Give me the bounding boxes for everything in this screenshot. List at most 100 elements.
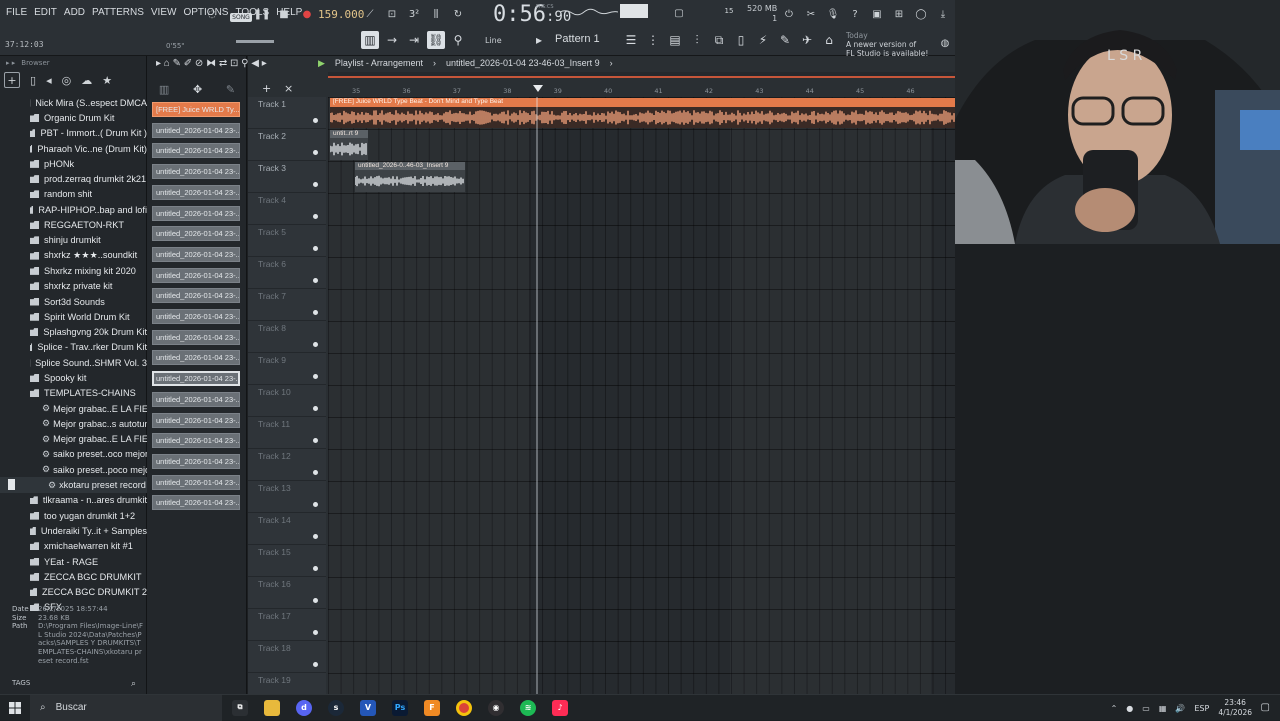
cloud-icon[interactable]: ☁ <box>81 74 92 87</box>
file-explorer-icon[interactable] <box>256 695 288 721</box>
track-enable-dot[interactable] <box>313 246 318 251</box>
windows-start-icon[interactable] <box>0 695 30 721</box>
track-header[interactable]: Track 9 <box>248 353 326 385</box>
clip-list-item[interactable]: untitled_2026-01-04 23-... <box>152 495 240 510</box>
vegas-icon[interactable]: V <box>352 695 384 721</box>
update-notice[interactable]: Today A newer version of FL Studio is av… <box>846 31 928 58</box>
picker-audio-icon[interactable]: ▥ <box>159 83 169 96</box>
playhead-marker[interactable] <box>533 85 543 92</box>
language-indicator[interactable]: ESP <box>1194 704 1209 713</box>
browser-item[interactable]: shxrkz ★★★..soundkit <box>0 248 147 263</box>
stop-icon[interactable]: ■ <box>276 5 292 23</box>
browser-item[interactable]: TEMPLATES-CHAINS <box>0 386 147 401</box>
track-enable-dot[interactable] <box>313 374 318 379</box>
fl-studio-icon[interactable]: F <box>416 695 448 721</box>
clip-list-item[interactable]: untitled_2026-01-04 23-... <box>152 454 240 469</box>
browser-item[interactable]: Nick Mira (S..espect DMCA <box>0 95 147 110</box>
playlist-icon[interactable]: ☰ <box>622 31 640 49</box>
clip-list-item[interactable]: untitled_2026-01-04 23-... <box>152 185 240 200</box>
track-enable-dot[interactable] <box>313 182 318 187</box>
pat-song-icon[interactable]: ◌ <box>203 5 221 23</box>
audio-settings-icon[interactable]: ⏻ <box>781 5 797 23</box>
browser-item[interactable]: RAP-HIPHOP..bap and lofi <box>0 202 147 217</box>
browser-item[interactable]: Splice Sound..SHMR Vol. 3 <box>0 355 147 370</box>
browser-item[interactable]: tlkraama - n..ares drumkit <box>0 493 147 508</box>
track-header[interactable]: Track 13 <box>248 481 326 513</box>
track-header[interactable]: Track 8 <box>248 321 326 353</box>
back-icon[interactable]: ◂ <box>46 74 52 87</box>
browser-item[interactable]: REGGAETON-RKT <box>0 217 147 232</box>
track-header[interactable]: Track 7 <box>248 289 326 321</box>
browser-item[interactable]: ZECCA BGC DRUMKIT <box>0 569 147 584</box>
track-header[interactable]: Track 16 <box>248 577 326 609</box>
track-enable-dot[interactable] <box>313 566 318 571</box>
audio-clip-t3[interactable]: untitled_2026-0..46-03_Insert 9 <box>355 162 465 192</box>
browser-item[interactable]: PBT - Immort..( Drum Kit ) <box>0 126 147 141</box>
track-header[interactable]: Track 15 <box>248 545 326 577</box>
track-enable-dot[interactable] <box>313 118 318 123</box>
track-enable-dot[interactable] <box>313 310 318 315</box>
browser-item[interactable]: Spirit World Drum Kit <box>0 309 147 324</box>
browser-item[interactable]: Organic Drum Kit <box>0 110 147 125</box>
piano-icon[interactable]: ▥ <box>361 31 379 49</box>
network-tray-icon[interactable]: ▦ <box>1159 704 1167 713</box>
snap-mode[interactable]: Line <box>485 36 502 45</box>
wait-input-icon[interactable]: ⊡ <box>384 5 400 23</box>
browser-item[interactable]: Sort3d Sounds <box>0 294 147 309</box>
step-icon[interactable]: ⇥ <box>405 31 423 49</box>
track-header[interactable]: Track 6 <box>248 257 326 289</box>
browser-icon[interactable]: ▯ <box>732 31 750 49</box>
loop-record-icon[interactable]: ↻ <box>450 5 466 23</box>
menu-file[interactable]: FILE <box>6 7 27 18</box>
clip-list-item[interactable]: untitled_2026-01-04 23-... <box>152 330 240 345</box>
download-icon[interactable]: ⤓ <box>935 5 951 23</box>
track-enable-dot[interactable] <box>313 630 318 635</box>
browser-arrows-icon[interactable]: ▸ ▸ <box>6 59 15 67</box>
play-pattern-icon[interactable]: ▶ <box>318 58 325 69</box>
spotify-icon[interactable]: ≋ <box>512 695 544 721</box>
track-header[interactable]: Track 17 <box>248 609 326 641</box>
menu-view[interactable]: VIEW <box>151 7 177 18</box>
browser-item[interactable]: Underaiki Ty..it + Samples <box>0 523 147 538</box>
browser-item[interactable]: xmichaelwarren kit #1 <box>0 539 147 554</box>
clip-list-item[interactable]: untitled_2026-01-04 23-... <box>152 433 240 448</box>
song-mode-toggle[interactable]: SONG <box>230 13 252 22</box>
add-track-icon[interactable]: + <box>262 82 271 95</box>
volume-tray-icon[interactable]: 🔊 <box>1175 704 1185 713</box>
clip-list-item[interactable]: untitled_2026-01-04 23-... <box>152 392 240 407</box>
clip-list-item[interactable]: [FREE] Juice WRLD Ty... <box>152 102 240 117</box>
track-enable-dot[interactable] <box>313 662 318 667</box>
countdown-icon[interactable]: 3² <box>406 5 422 23</box>
browser-item[interactable]: ⚙saiko preset..poco mejor <box>0 462 147 477</box>
pause-icon[interactable]: ❚❚ <box>254 5 270 23</box>
close-icon[interactable]: × <box>284 82 293 95</box>
photoshop-icon[interactable]: Ps <box>384 695 416 721</box>
chat-icon[interactable]: ◯ <box>913 5 929 23</box>
clip-list-item[interactable]: untitled_2026-01-04 23-... <box>152 350 240 365</box>
browser-item[interactable]: ZECCA BGC DRUMKIT 2 <box>0 585 147 600</box>
clip-list-item[interactable]: untitled_2026-01-04 23-... <box>152 309 240 324</box>
browser-item[interactable]: ⚙Mejor grabac..E LA FIESTA <box>0 432 147 447</box>
clip-list-item[interactable]: untitled_2026-01-04 23-... <box>152 226 240 241</box>
track-enable-dot[interactable] <box>313 406 318 411</box>
add-icon[interactable]: + <box>4 72 20 88</box>
save-icon[interactable]: ▣ <box>869 5 885 23</box>
picker-move-icon[interactable]: ✥ <box>193 83 202 96</box>
clip-list-item[interactable]: untitled_2026-01-04 23-... <box>152 247 240 262</box>
usb-tray-icon[interactable]: ▭ <box>1142 704 1150 713</box>
steam-icon[interactable]: s <box>320 695 352 721</box>
clip-list-item[interactable]: untitled_2026-01-04 23-... <box>152 143 240 158</box>
discord-icon[interactable]: d <box>288 695 320 721</box>
arrow-right-icon[interactable]: → <box>383 31 401 49</box>
clip-list-item[interactable]: untitled_2026-01-04 23-... <box>152 413 240 428</box>
cut-icon[interactable]: ✂ <box>803 5 819 23</box>
track-enable-dot[interactable] <box>313 470 318 475</box>
mixer-icon[interactable]: ⫶ <box>688 31 706 49</box>
track-enable-dot[interactable] <box>313 278 318 283</box>
browser-item[interactable]: pHONk <box>0 156 147 171</box>
clip-list-item[interactable]: untitled_2026-01-04 23-... <box>152 475 240 490</box>
track-enable-dot[interactable] <box>313 342 318 347</box>
clip-list-item[interactable]: untitled_2026-01-04 23-... <box>152 164 240 179</box>
browser-item[interactable]: prod.zerraq drumkit 2k21 <box>0 171 147 186</box>
track-enable-dot[interactable] <box>313 534 318 539</box>
